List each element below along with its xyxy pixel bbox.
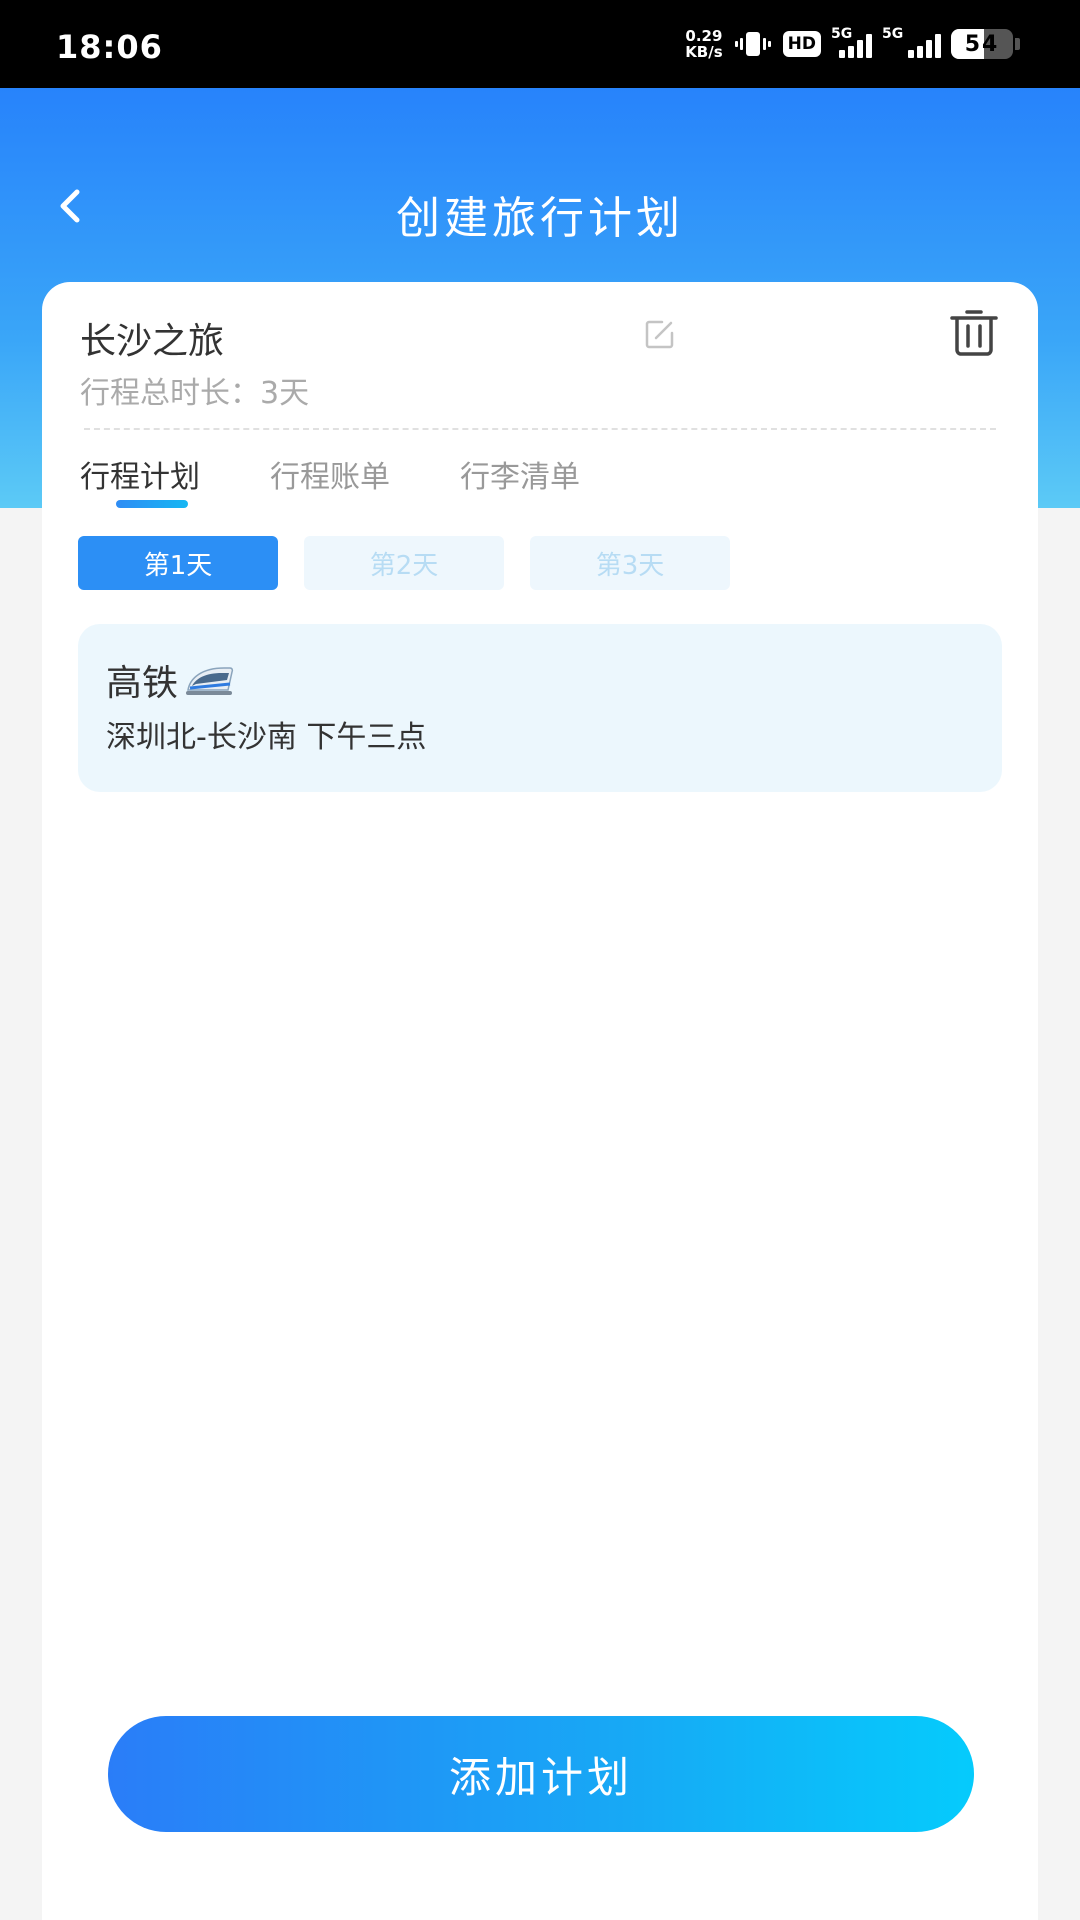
tab-label: 行程计划 [80,460,200,495]
network-speed: 0.29 KB/s [685,28,722,60]
trash-icon[interactable] [948,306,1000,358]
vibrate-icon [734,32,771,56]
edit-icon[interactable] [642,316,678,352]
battery-level: 54 [964,31,1000,57]
plan-item[interactable]: 高铁 深圳北-长沙南 下午三点 [78,624,1002,792]
status-time: 18:06 [56,28,163,66]
signal-1-icon: 5G [831,26,872,58]
tab-label: 行程账单 [270,460,390,495]
tab-active-indicator [116,500,188,508]
trip-name: 长沙之旅 [80,321,225,362]
hd-badge: HD [782,31,821,57]
tab-luggage[interactable]: 行李清单 [460,452,580,508]
network-speed-value: 0.29 [685,27,723,45]
plan-item-title-text: 高铁 [106,663,179,704]
day-selector: 第1天 第2天 第3天 [78,536,730,590]
tab-itinerary[interactable]: 行程计划 [80,452,200,508]
dashed-divider [84,428,996,430]
day-2-button[interactable]: 第2天 [304,536,504,590]
add-plan-button[interactable]: 添加计划 [108,1716,974,1832]
tab-bill[interactable]: 行程账单 [270,452,390,508]
day-1-button[interactable]: 第1天 [78,536,278,590]
tab-bar: 行程计划 行程账单 行李清单 [80,452,580,508]
battery-icon: 54 [951,29,1013,59]
signal-1-label: 5G [831,26,853,42]
page-title: 创建旅行计划 [396,193,684,244]
network-speed-unit: KB/s [685,43,723,61]
high-speed-train-icon [186,667,234,695]
day-3-button[interactable]: 第3天 [530,536,730,590]
plan-item-title: 高铁 [106,654,236,706]
signal-2-icon: 5G [882,26,941,58]
plan-item-description: 深圳北-长沙南 下午三点 [106,720,427,755]
status-bar: 18:06 0.29 KB/s HD 5G 5G 54 [0,0,1080,88]
battery-tip [1015,38,1020,50]
trip-duration: 行程总时长：3天 [80,376,310,411]
trip-card: 长沙之旅 行程总时长：3天 行程计划 行程账单 行李清单 第1天 第2天 第3天… [42,282,1038,1920]
tab-label: 行李清单 [460,460,580,495]
status-icons: 0.29 KB/s HD 5G 5G 54 [685,22,1020,66]
signal-2-label: 5G [882,26,904,42]
